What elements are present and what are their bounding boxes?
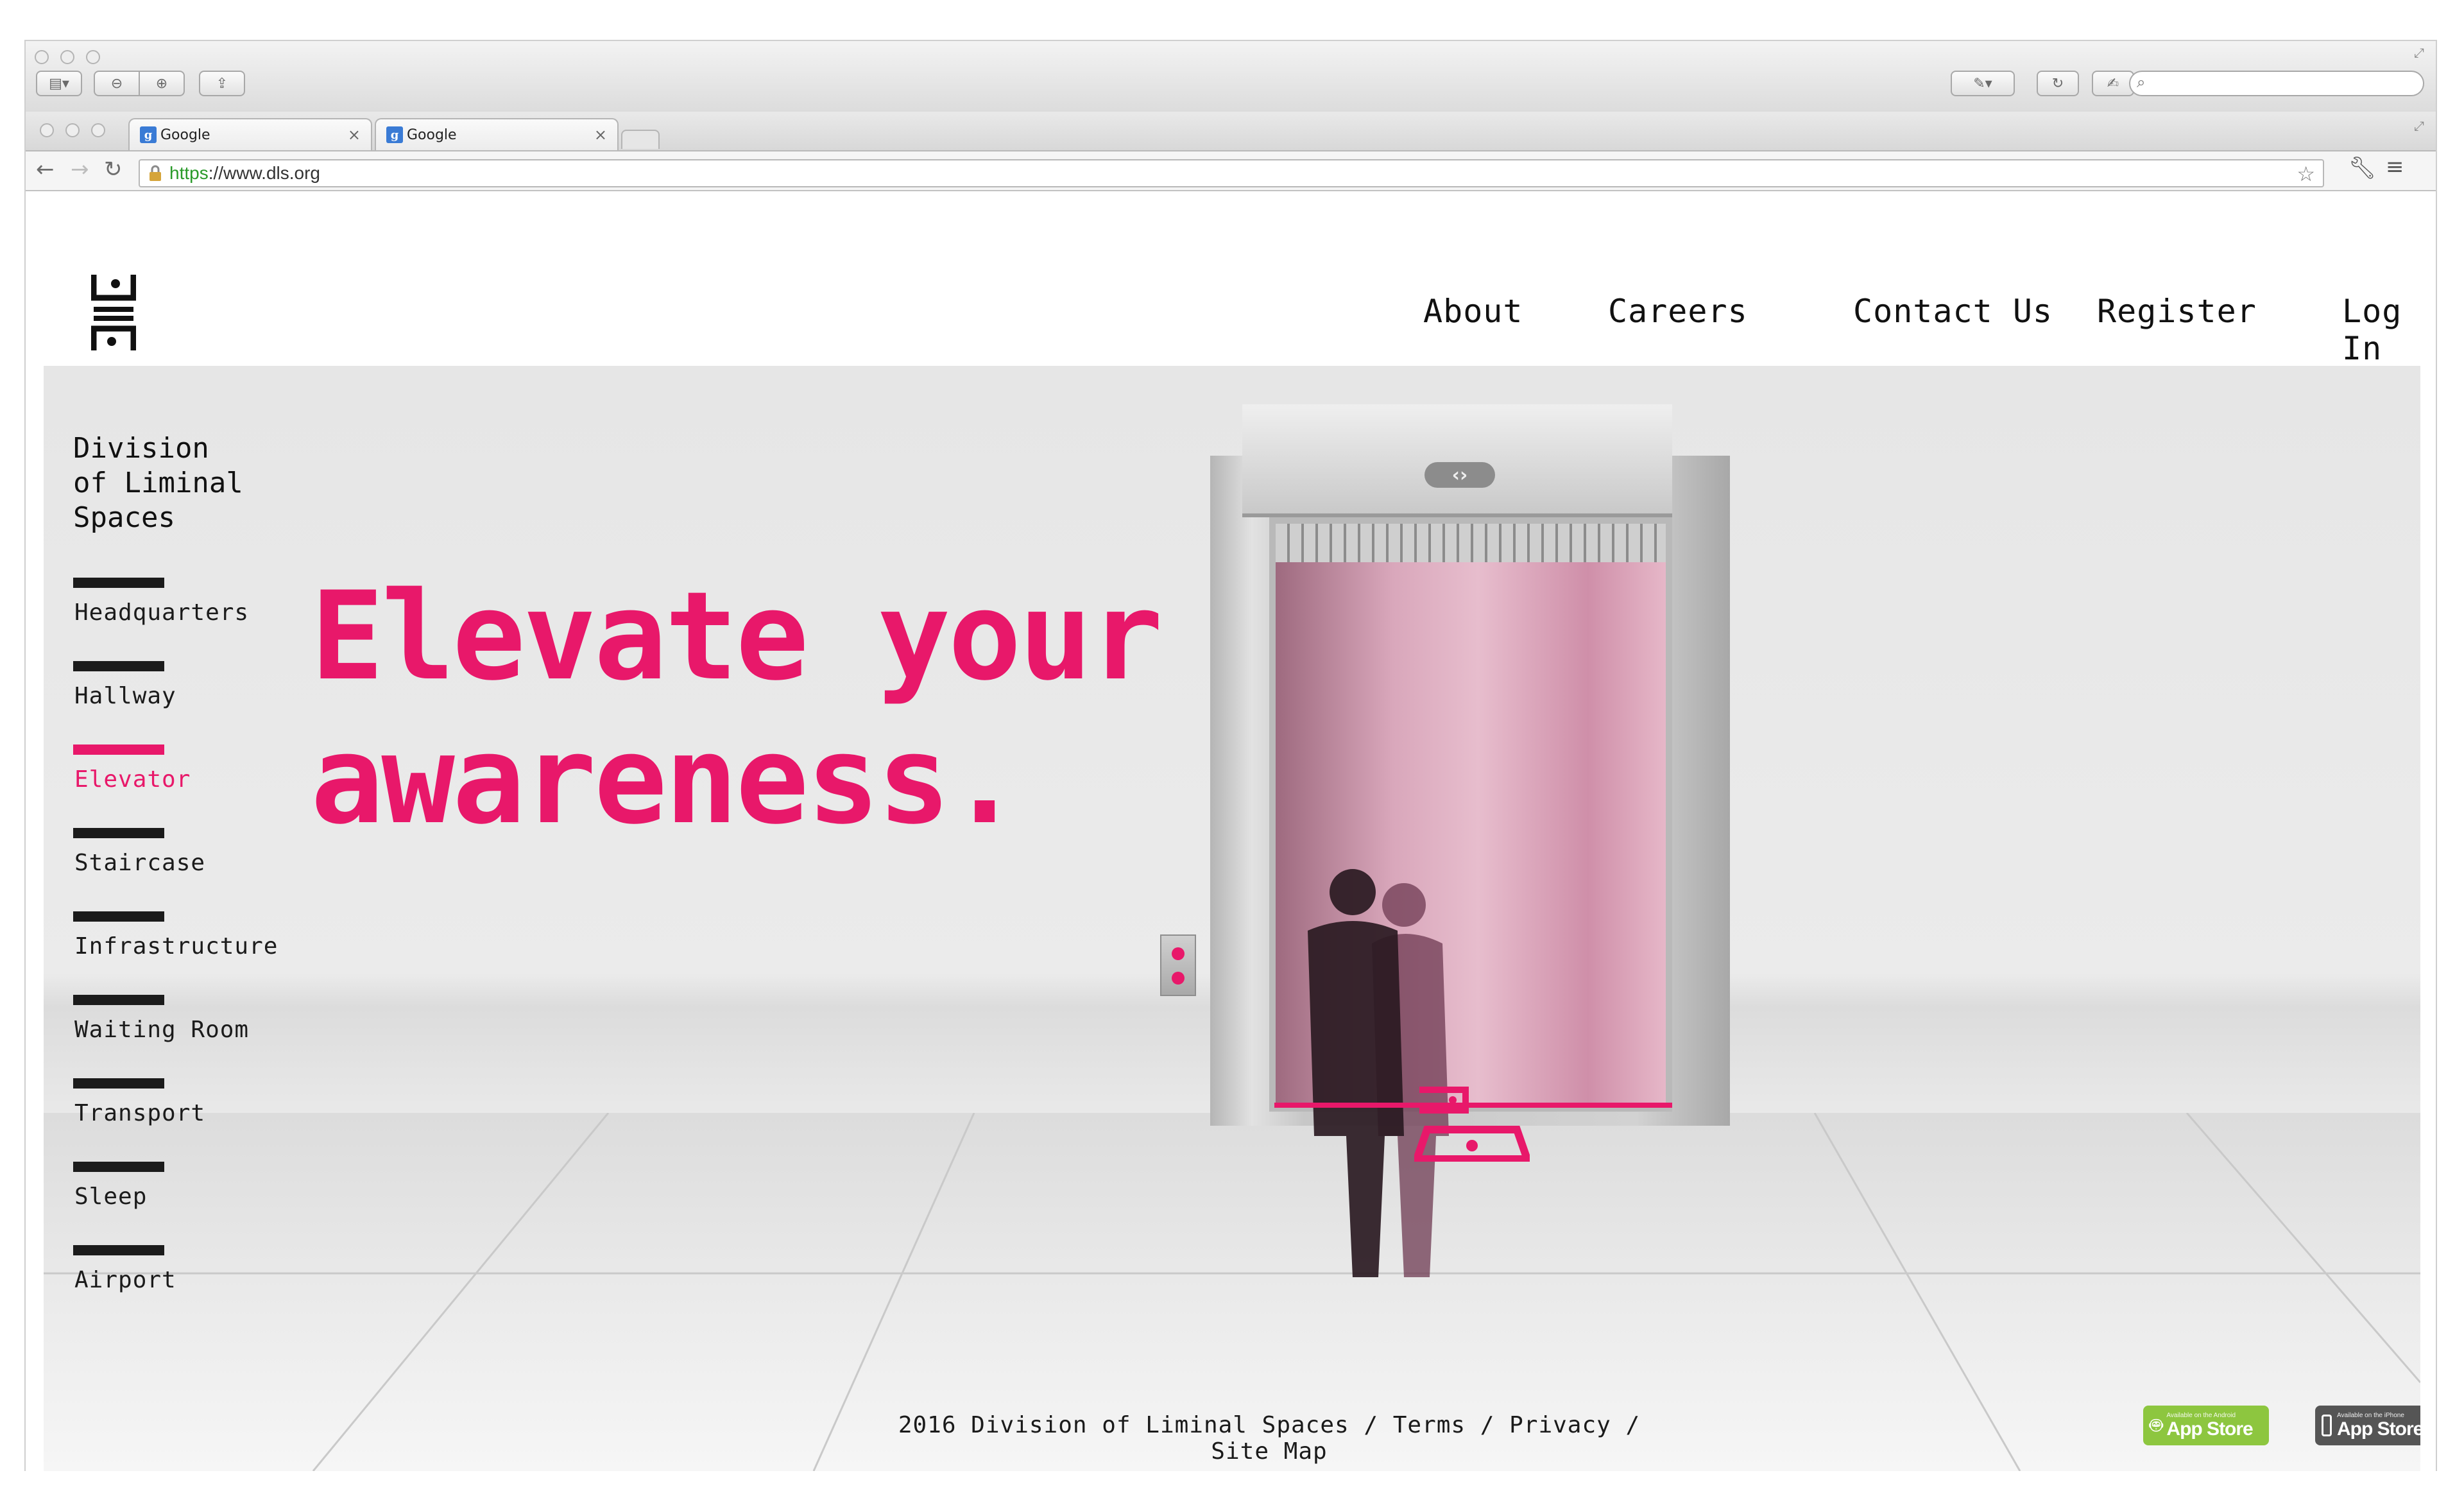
footer-links[interactable]: 2016 Division of Liminal Spaces / Terms …	[884, 1412, 1654, 1465]
call-button-up	[1172, 947, 1185, 960]
elevator-ceiling	[1276, 524, 1666, 562]
tab-close-icon[interactable]: ×	[594, 126, 607, 144]
sidebar-item-label: Hallway	[74, 683, 176, 709]
nav-log-in[interactable]: Log In	[2342, 293, 2420, 367]
sidebar-item-label: Sleep	[74, 1183, 148, 1210]
fullscreen-icon[interactable]: ⤢	[2414, 45, 2424, 60]
sidebar-marker	[73, 1078, 164, 1089]
android-app-store-badge[interactable]: 🤖︎ Available on the Android App Store	[2143, 1406, 2269, 1445]
annotate-icon[interactable]: ✎▾	[1951, 71, 2015, 96]
sidebar-item-staircase[interactable]: Staircase	[73, 828, 278, 892]
sidebar-marker	[73, 1245, 164, 1255]
tab-label: Google	[160, 126, 210, 143]
site-header: About Careers Contact Us Register Log In	[44, 261, 2420, 367]
badge-big-text: App Store	[2337, 1418, 2420, 1440]
sidebar-item-headquarters[interactable]: Headquarters	[73, 578, 278, 642]
tab-strip: g Google × g Google × ⤢	[26, 112, 2436, 151]
sidebar-marker	[73, 911, 164, 922]
sidebar-toggle-icon[interactable]: ▤▾	[36, 71, 82, 96]
sidebar-marker	[73, 578, 164, 588]
sidebar-item-label: Waiting Room	[74, 1017, 250, 1043]
hero-headline: Elevate your awareness.	[311, 565, 1163, 851]
search-icon: ⌕	[2137, 73, 2146, 91]
sidebar-item-label: Elevator	[74, 766, 191, 793]
inner-close-button[interactable]	[40, 123, 54, 137]
zoom-in-icon[interactable]: ⊕	[139, 71, 185, 96]
tab-label: Google	[407, 126, 457, 143]
tab-close-icon[interactable]: ×	[348, 126, 361, 144]
sidebar-item-transport[interactable]: Transport	[73, 1078, 278, 1142]
sidebar-item-hallway[interactable]: Hallway	[73, 661, 278, 725]
close-window-button[interactable]	[35, 50, 49, 64]
sidebar-marker	[73, 995, 164, 1005]
browser-tab[interactable]: g Google ×	[375, 118, 619, 150]
edit-icon[interactable]: ✍	[2092, 71, 2134, 96]
iphone-icon	[2322, 1415, 2332, 1436]
sidebar-marker	[73, 1162, 164, 1172]
rotate-icon[interactable]: ↻	[2037, 71, 2079, 96]
url-host: ://www.dls.org	[208, 163, 320, 183]
nav-careers[interactable]: Careers	[1608, 293, 1748, 330]
sidebar-item-sleep[interactable]: Sleep	[73, 1162, 278, 1226]
elevator-direction-icon: ‹›	[1425, 462, 1495, 488]
share-icon[interactable]: ⇪	[199, 71, 245, 96]
nav-about[interactable]: About	[1423, 293, 1523, 330]
zoom-window-button[interactable]	[86, 50, 100, 64]
sidebar-item-label: Transport	[74, 1100, 206, 1126]
browser-tab[interactable]: g Google ×	[128, 118, 372, 150]
inner-browser-window: g Google × g Google × ⤢ ← → ↻ https ://w…	[26, 112, 2436, 1471]
new-tab-button[interactable]	[621, 130, 660, 149]
forward-arrow-icon[interactable]: →	[71, 157, 89, 182]
sidebar-item-infrastructure[interactable]: Infrastructure	[73, 911, 278, 976]
web-page: About Careers Contact Us Register Log In	[44, 261, 2420, 1471]
fullscreen-icon[interactable]: ⤢	[2414, 118, 2424, 133]
android-icon: 🤖︎	[2150, 1413, 2163, 1438]
badge-small-text: Available on the iPhone	[2337, 1412, 2404, 1419]
sidebar-marker	[73, 744, 164, 755]
sidebar-item-elevator[interactable]: Elevator	[73, 744, 278, 809]
elevator-header	[1242, 404, 1672, 517]
elevator-call-panel	[1160, 934, 1196, 996]
sidebar-marker	[73, 828, 164, 838]
nav-register[interactable]: Register	[2097, 293, 2257, 330]
menu-icon[interactable]: ≡	[2386, 154, 2404, 180]
badge-big-text: App Store	[2166, 1418, 2253, 1440]
inner-zoom-button[interactable]	[91, 123, 105, 137]
outer-search-field[interactable]: ⌕	[2129, 71, 2424, 96]
lock-icon	[148, 165, 163, 182]
url-scheme: https	[169, 163, 209, 183]
nav-contact-us[interactable]: Contact Us	[1853, 293, 2053, 330]
google-favicon-icon: g	[386, 126, 403, 143]
badge-small-text: Available on the Android	[2166, 1412, 2236, 1419]
person-silhouette-icon	[1308, 869, 1404, 1277]
sidebar-item-label: Staircase	[74, 850, 206, 876]
sidebar-item-label: Infrastructure	[74, 933, 278, 960]
bookmark-star-icon[interactable]: ☆	[2297, 162, 2315, 186]
wrench-icon[interactable]: 🔧︎	[2348, 155, 2376, 181]
floor-logo-icon	[1414, 1087, 1530, 1162]
iphone-app-store-badge[interactable]: Available on the iPhone App Store	[2315, 1406, 2420, 1445]
sidebar-item-airport[interactable]: Airport	[73, 1245, 278, 1309]
minimize-window-button[interactable]	[60, 50, 74, 64]
hero-section: Division of Liminal Spaces Headquarters …	[44, 366, 2420, 1471]
sidebar-marker	[73, 661, 164, 671]
address-bar[interactable]: https ://www.dls.org ☆	[139, 159, 2324, 187]
inner-minimize-button[interactable]	[65, 123, 80, 137]
brand-name: Division of Liminal Spaces	[73, 432, 243, 534]
call-button-down	[1172, 972, 1185, 985]
sidebar-item-label: Airport	[74, 1267, 176, 1293]
sidebar-item-label: Headquarters	[74, 599, 250, 626]
back-arrow-icon[interactable]: ←	[36, 157, 55, 182]
outer-browser-window: ▤▾ ⊖ ⊕ ⇪ ✎▾ ↻ ✍ ⌕ ⤢ g Google × g Google …	[24, 40, 2437, 1471]
dls-logo[interactable]	[91, 272, 136, 353]
zoom-out-icon[interactable]: ⊖	[94, 71, 140, 96]
google-favicon-icon: g	[140, 126, 157, 143]
reload-icon[interactable]: ↻	[104, 157, 123, 182]
sidebar-item-waiting-room[interactable]: Waiting Room	[73, 995, 278, 1059]
outer-toolbar: ▤▾ ⊖ ⊕ ⇪ ✎▾ ↻ ✍ ⌕ ⤢	[26, 41, 2436, 113]
